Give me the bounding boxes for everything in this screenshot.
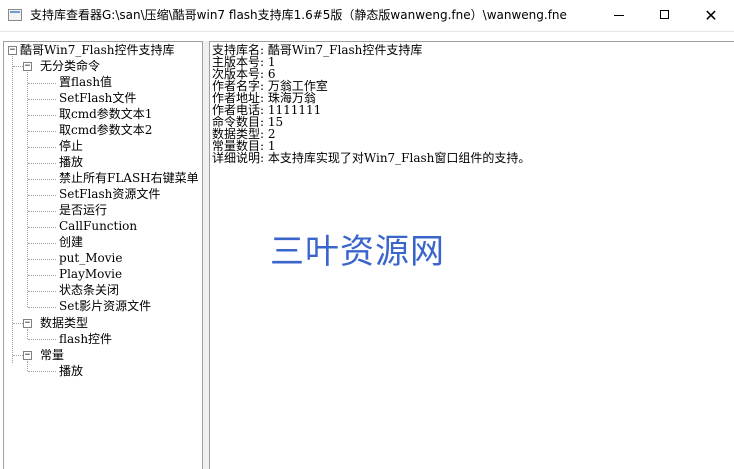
tree-item[interactable]: 是否运行 (59, 202, 107, 218)
tree-item[interactable]: 取cmd参数文本1 (59, 106, 152, 122)
tree-item[interactable]: 创建 (59, 234, 83, 250)
tree-item[interactable]: 状态条关闭 (59, 282, 119, 298)
group-expander-icon[interactable]: − (23, 319, 32, 328)
app-icon (8, 9, 22, 21)
tree-connector (12, 56, 13, 363)
tree-item[interactable]: SetFlash资源文件 (59, 186, 160, 202)
tree-connector (28, 99, 56, 100)
tree-connector (28, 131, 56, 132)
library-tree[interactable]: − 酷哥Win7_Flash控件支持库 − 无分类命令 置flash值 SetF… (3, 41, 203, 469)
tree-item[interactable]: SetFlash文件 (59, 90, 136, 106)
tree-connector (27, 329, 28, 339)
minimize-button[interactable] (596, 0, 642, 31)
tree-item[interactable]: Set影片资源文件 (59, 298, 151, 314)
detail-line-description: 详细说明: 本支持库实现了对Win7_Flash窗口组件的支持。 (212, 151, 531, 165)
tree-connector (13, 323, 23, 324)
tree-connector (28, 259, 56, 260)
library-details: 支持库名: 酷哥Win7_Flash控件支持库 主版本号: 1 次版本号: 6 … (212, 44, 530, 164)
tree-connector (28, 291, 56, 292)
tree-item[interactable]: 取cmd参数文本2 (59, 122, 152, 138)
tree-item[interactable]: PlayMovie (59, 266, 122, 282)
tree-group-node-datatypes[interactable]: 数据类型 (40, 315, 88, 331)
watermark: 三叶资源网 (270, 232, 445, 272)
tree-connector (28, 179, 56, 180)
close-button[interactable]: ✕ (688, 0, 734, 31)
tree-item[interactable]: CallFunction (59, 218, 137, 234)
tree-connector (13, 355, 23, 356)
tree-item[interactable]: flash控件 (59, 331, 112, 347)
maximize-icon (660, 10, 669, 19)
tree-connector (28, 307, 56, 308)
tree-group-node-commands[interactable]: 无分类命令 (40, 58, 100, 74)
tree-connector (28, 211, 56, 212)
close-icon: ✕ (704, 6, 718, 25)
tree-item[interactable]: put_Movie (59, 250, 122, 266)
tree-root-node[interactable]: 酷哥Win7_Flash控件支持库 (20, 42, 175, 58)
tree-connector (28, 227, 56, 228)
group-expander-icon[interactable]: − (23, 62, 32, 71)
window-title: 支持库查看器G:\san\压缩\酷哥win7 flash支持库1.6#5版（静态… (30, 8, 567, 22)
tree-connector (27, 361, 28, 371)
tree-item[interactable]: 置flash值 (59, 74, 112, 90)
tree-item[interactable]: 播放 (59, 363, 83, 379)
title-bar[interactable]: 支持库查看器G:\san\压缩\酷哥win7 flash支持库1.6#5版（静态… (0, 0, 734, 32)
tree-connector (28, 339, 56, 340)
minimize-icon (614, 15, 624, 16)
root-expander-icon[interactable]: − (8, 46, 17, 55)
tree-group-node-constants[interactable]: 常量 (40, 347, 64, 363)
maximize-button[interactable] (642, 0, 688, 31)
tree-item[interactable]: 播放 (59, 154, 83, 170)
tree-connector (28, 371, 56, 372)
tree-connector (27, 72, 28, 307)
tree-connector (28, 275, 56, 276)
tree-connector (28, 163, 56, 164)
tree-connector (28, 195, 56, 196)
tree-connector (28, 115, 56, 116)
tree-item[interactable]: 禁止所有FLASH右键菜单 (59, 170, 199, 186)
tree-connector (28, 147, 56, 148)
tree-connector (28, 243, 56, 244)
tree-connector (28, 83, 56, 84)
group-expander-icon[interactable]: − (23, 351, 32, 360)
tree-item[interactable]: 停止 (59, 138, 83, 154)
tree-connector (13, 66, 23, 67)
